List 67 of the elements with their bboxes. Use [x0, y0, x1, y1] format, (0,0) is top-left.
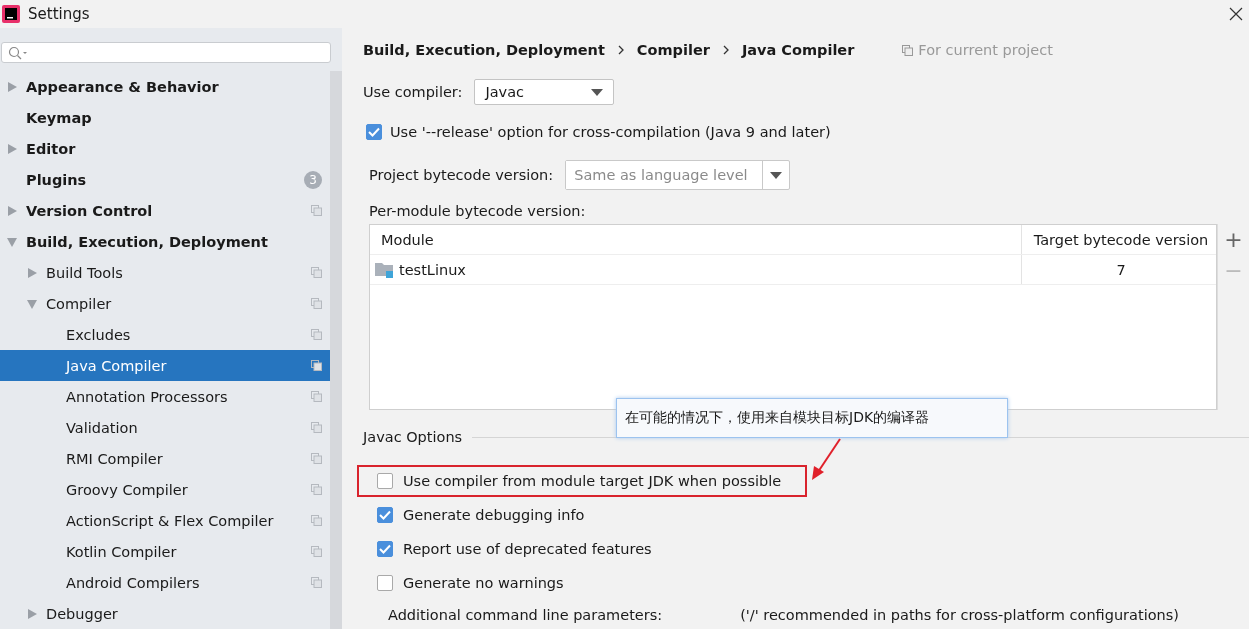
breadcrumb-item[interactable]: Compiler — [636, 42, 710, 58]
checkbox[interactable] — [377, 507, 393, 523]
search-field[interactable] — [1, 42, 331, 63]
add-button[interactable]: + — [1224, 224, 1243, 255]
close-icon[interactable] — [1229, 7, 1243, 21]
tree-item[interactable]: Build, Execution, Deployment — [0, 226, 330, 257]
field-label: Additional command line parameters: — [388, 607, 663, 623]
tree-item[interactable]: Plugins 3 — [0, 164, 330, 195]
scope-label: For current project — [918, 42, 1053, 58]
column-header[interactable]: Module — [370, 225, 1022, 254]
checkbox[interactable] — [377, 575, 393, 591]
tree-item[interactable]: Keymap — [0, 102, 330, 133]
field-label: Per-module bytecode version: — [368, 202, 587, 221]
dropdown-arrow-icon — [591, 88, 604, 96]
expand-arrow-icon[interactable] — [6, 80, 18, 93]
expand-arrow-icon[interactable] — [6, 204, 18, 217]
tree-item[interactable]: Build Tools — [0, 257, 330, 288]
checkbox-label: Generate no warnings — [403, 575, 564, 591]
column-header[interactable]: Target bytecode version — [1022, 225, 1216, 254]
tree-item[interactable]: Excludes — [0, 319, 330, 350]
section-title: Javac Options — [363, 429, 463, 445]
tree-item[interactable]: Groovy Compiler — [0, 474, 330, 505]
window-title: Settings — [28, 5, 90, 23]
hint-text: ('/' recommended in paths for cross-platform configurations) — [740, 607, 1179, 623]
tree-item[interactable]: Validation — [0, 412, 330, 443]
tree-item[interactable]: Kotlin Compiler — [0, 536, 330, 567]
checkbox-label: Use compiler from module target JDK when possible — [403, 473, 782, 489]
dropdown-arrow-icon — [770, 171, 783, 179]
checkbox-label: Report use of deprecated features — [403, 541, 652, 557]
app-logo-icon — [2, 5, 20, 23]
project-scope-icon — [902, 44, 914, 56]
field-label: Use compiler: — [363, 84, 463, 100]
breadcrumb-item[interactable]: Build, Execution, Deployment — [363, 42, 605, 58]
tooltip: 在可能的情况下，使用来自模块目标JDK的编译器 — [616, 398, 1008, 438]
tree-item[interactable]: Appearance & Behavior — [0, 71, 330, 102]
tree-item[interactable]: Compiler — [0, 288, 330, 319]
module-folder-icon — [375, 261, 395, 278]
compiler-dropdown[interactable]: Javac — [474, 79, 615, 105]
table-cell: testLinux — [399, 261, 466, 278]
chevron-icon — [721, 45, 730, 55]
bytecode-dropdown[interactable]: Same as language level — [565, 160, 791, 190]
count-badge: 3 — [304, 170, 322, 189]
checkbox-label: Generate debugging info — [403, 507, 585, 523]
tree-item[interactable]: Version Control — [0, 195, 330, 226]
tree-item[interactable]: Debugger — [0, 598, 330, 629]
table-cell-text: 7 — [1115, 260, 1127, 280]
breadcrumb-item[interactable]: Java Compiler — [741, 42, 855, 58]
tree-item[interactable]: Annotation Processors — [0, 381, 330, 412]
chevron-icon — [616, 45, 625, 55]
search-icon — [8, 45, 28, 60]
expand-arrow-icon[interactable] — [6, 142, 18, 155]
tree-item[interactable]: Java Compiler — [0, 350, 330, 381]
annotation-arrow — [810, 438, 842, 482]
tree-item[interactable]: Editor — [0, 133, 330, 164]
collapse-arrow-icon[interactable] — [26, 297, 38, 310]
field-label: Project bytecode version: — [369, 167, 554, 183]
checkbox[interactable] — [377, 473, 393, 489]
expand-arrow-icon[interactable] — [26, 266, 38, 279]
tree-item[interactable]: RMI Compiler — [0, 443, 330, 474]
scrollbar[interactable] — [330, 71, 342, 629]
checkbox[interactable] — [366, 124, 382, 140]
checkbox[interactable] — [377, 541, 393, 557]
tree-item[interactable]: Android Compilers — [0, 567, 330, 598]
expand-arrow-icon[interactable] — [26, 607, 38, 620]
checkbox-label: Use '--release' option for cross-compilation (Java 9 and later) — [390, 124, 831, 140]
tree-item[interactable]: ActionScript & Flex Compiler — [0, 505, 330, 536]
collapse-arrow-icon[interactable] — [6, 235, 18, 248]
